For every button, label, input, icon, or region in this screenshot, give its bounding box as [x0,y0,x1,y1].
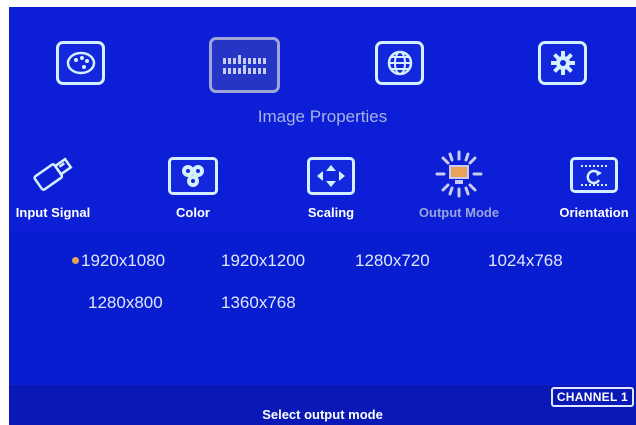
sub-item-label: Scaling [307,205,355,220]
image-properties-menu-button[interactable] [209,37,280,93]
option-label: 1024x768 [488,251,563,270]
palette-icon [66,51,95,75]
option-label: 1920x1200 [221,251,306,270]
status-text: Select output mode [262,407,383,422]
sub-item-label: Orientation [559,205,629,220]
option-label: 1280x720 [355,251,430,270]
monitor-burst-icon [435,150,483,198]
globe-icon [387,50,412,76]
option-label: 1360x768 [221,293,296,312]
sub-item-label: Input Signal [15,205,91,220]
settings-menu-button[interactable] [538,41,587,85]
scaling-arrows-icon [317,165,345,187]
option-1024x768[interactable]: 1024x768 [488,251,563,271]
channel-badge: CHANNEL 1 [550,387,634,407]
option-label: 1280x800 [88,293,163,312]
palette-menu-button[interactable] [56,41,105,85]
output-mode-options: 1920x1080 1920x1200 1280x720 1024x768 12… [9,231,636,384]
usb-plug-icon [33,157,73,191]
gear-icon [550,51,575,75]
option-1280x720[interactable]: 1280x720 [355,251,430,271]
selected-dot-icon [72,256,79,264]
option-1920x1200[interactable]: 1920x1200 [221,251,305,271]
sub-item-label: Color [176,205,210,220]
globe-menu-button[interactable] [375,41,424,85]
scaling-icon-frame [307,157,355,195]
rotate-icon [581,165,607,186]
option-label: 1920x1080 [81,251,166,270]
status-bar: Select output mode CHANNEL 1 [9,385,636,425]
sub-item-label: Output Mode [418,205,500,220]
option-1920x1080[interactable]: 1920x1080 [72,251,165,271]
orientation-icon-frame [570,157,618,193]
option-1280x800[interactable]: 1280x800 [88,293,163,313]
osd-menu: Image Properties Input Signal Color Scal… [9,7,636,425]
option-1360x768[interactable]: 1360x768 [221,293,296,313]
menu-title: Image Properties [257,107,388,126]
color-dots-icon [182,165,204,187]
color-icon-frame [168,157,218,195]
image-properties-icon [222,55,266,74]
